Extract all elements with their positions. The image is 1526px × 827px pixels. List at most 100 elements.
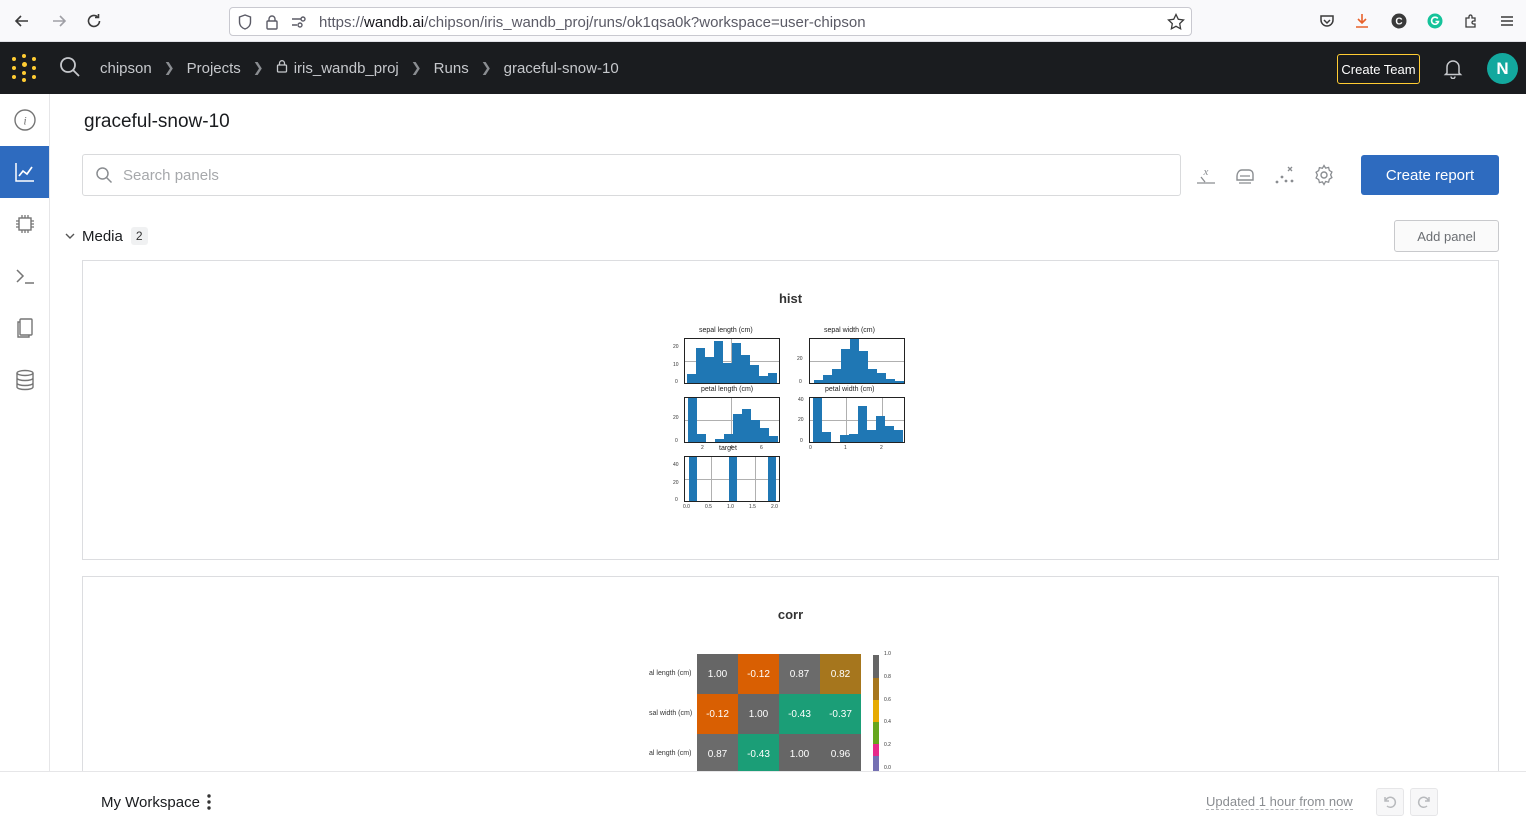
y-tick-label: 40 <box>673 462 679 468</box>
section-count-badge: 2 <box>130 227 148 245</box>
svg-text:x: x <box>1203 166 1209 178</box>
avatar[interactable]: N <box>1487 53 1518 84</box>
heatmap-cell: 0.96 <box>820 734 861 774</box>
breadcrumb-run[interactable]: graceful-snow-10 <box>504 60 619 77</box>
bell-icon[interactable] <box>1442 57 1464 80</box>
extensions-puzzle-icon[interactable] <box>1461 11 1481 31</box>
heatmap-cell: 1.00 <box>738 694 779 734</box>
breadcrumb-project[interactable]: iris_wandb_proj <box>294 60 399 77</box>
create-report-button[interactable]: Create report <box>1361 155 1499 195</box>
y-tick-label: 20 <box>673 480 679 486</box>
y-tick-label: 0 <box>799 379 802 385</box>
svg-text:i: i <box>23 114 26 128</box>
charts-icon[interactable] <box>0 146 49 198</box>
system-chip-icon[interactable] <box>0 198 49 250</box>
url-path: /chipson/iris_wandb_proj/runs/ok1qsa0k?w… <box>424 14 866 31</box>
subplot-title: sepal length (cm) <box>699 327 753 334</box>
y-tick-label: 20 <box>673 344 679 350</box>
heatmap-cell: -0.43 <box>738 734 779 774</box>
y-tick-label: 20 <box>797 356 803 362</box>
url-text[interactable]: https://wandb.ai/chipson/iris_wandb_proj… <box>319 14 866 31</box>
heatmap-cell: 1.00 <box>697 654 738 694</box>
bookmark-star-icon[interactable] <box>1167 13 1185 31</box>
x-tick-label: 1.0 <box>727 504 734 510</box>
app-header: chipson ❯ Projects ❯ iris_wandb_proj ❯ R… <box>0 42 1526 94</box>
outliers-scatter-icon[interactable] <box>1273 163 1297 187</box>
colorbar-segment <box>873 722 879 744</box>
wandb-logo-icon[interactable] <box>11 54 39 82</box>
media-panel-hist[interactable]: hist sepal length (cm) 20 10 0 sepal wid… <box>82 260 1499 560</box>
search-input[interactable] <box>123 163 1163 187</box>
subplot-axes <box>809 397 905 443</box>
chevron-down-icon[interactable] <box>63 229 77 243</box>
left-nav-rail: i <box>0 94 50 771</box>
breadcrumb: chipson ❯ Projects ❯ iris_wandb_proj ❯ R… <box>100 59 619 77</box>
colorbar-tick: 0.4 <box>884 719 891 725</box>
lock-icon <box>276 59 288 77</box>
x-tick-label: 1.5 <box>749 504 756 510</box>
y-tick-label: 10 <box>673 362 679 368</box>
undo-icon[interactable] <box>1376 788 1404 816</box>
add-panel-button[interactable]: Add panel <box>1394 220 1499 252</box>
colorbar-segment <box>873 744 879 756</box>
colorbar-segment <box>873 655 879 678</box>
x-axis-settings-icon[interactable]: x <box>1194 163 1218 187</box>
section-header-media[interactable]: Media 2 <box>63 227 148 245</box>
subplot-title: target <box>719 445 737 452</box>
x-tick-label: 2.0 <box>771 504 778 510</box>
heatmap-cell: -0.43 <box>779 694 820 734</box>
panel-title: hist <box>778 291 803 306</box>
breadcrumb-entity[interactable]: chipson <box>100 60 152 77</box>
browser-toolbar: https://wandb.ai/chipson/iris_wandb_proj… <box>0 0 1526 42</box>
heatmap-cell: 0.82 <box>820 654 861 694</box>
extension-c-icon[interactable]: C <box>1389 11 1409 31</box>
heatmap-cell: -0.12 <box>738 654 779 694</box>
menu-hamburger-icon[interactable] <box>1497 11 1517 31</box>
shield-icon[interactable] <box>236 13 254 31</box>
subplot-title: petal length (cm) <box>701 386 754 393</box>
lock-icon[interactable] <box>263 13 281 31</box>
search-panels-field[interactable] <box>82 154 1181 196</box>
subplot-axes <box>684 338 780 384</box>
redo-icon[interactable] <box>1410 788 1438 816</box>
grammarly-icon[interactable] <box>1425 11 1445 31</box>
media-panel-corr[interactable]: corr al length (cm) sal width (cm) al le… <box>82 576 1499 776</box>
y-tick-label: 20 <box>798 417 804 423</box>
updated-status[interactable]: Updated 1 hour from now <box>1206 794 1353 810</box>
url-bar[interactable]: https://wandb.ai/chipson/iris_wandb_proj… <box>229 7 1192 36</box>
workspace-name[interactable]: My Workspace <box>101 794 200 811</box>
kebab-menu-icon[interactable] <box>204 793 214 811</box>
workspace-footer: My Workspace Updated 1 hour from now <box>0 771 1526 827</box>
artifacts-database-icon[interactable] <box>0 354 49 406</box>
section-title: Media <box>82 227 123 245</box>
pocket-icon[interactable] <box>1317 11 1337 31</box>
back-arrow-icon[interactable] <box>11 10 33 32</box>
svg-text:C: C <box>1395 17 1402 28</box>
search-icon[interactable] <box>59 56 81 78</box>
colorbar-segment <box>873 678 879 700</box>
colorbar-segment <box>873 756 879 771</box>
breadcrumb-projects[interactable]: Projects <box>187 60 241 77</box>
chevron-right-icon: ❯ <box>252 60 264 75</box>
files-icon[interactable] <box>0 302 49 354</box>
search-icon <box>95 166 115 186</box>
reload-icon[interactable] <box>83 10 105 32</box>
download-icon[interactable] <box>1352 11 1372 31</box>
heatmap-row-label: al length (cm) <box>649 670 692 677</box>
logs-terminal-icon[interactable] <box>0 250 49 302</box>
permissions-icon[interactable] <box>290 13 308 31</box>
x-tick-label: 2 <box>701 445 704 451</box>
smoothing-iron-icon[interactable] <box>1233 163 1257 187</box>
y-tick-label: 0 <box>675 497 678 503</box>
settings-gear-icon[interactable] <box>1312 163 1336 187</box>
breadcrumb-runs[interactable]: Runs <box>434 60 469 77</box>
url-prefix: https:// <box>319 14 365 31</box>
subplot-axes <box>684 456 780 502</box>
create-team-button[interactable]: Create Team <box>1337 54 1420 84</box>
x-tick-label: 0.5 <box>705 504 712 510</box>
heatmap-cell: -0.12 <box>697 694 738 734</box>
forward-arrow-icon[interactable] <box>48 10 70 32</box>
subplot-axes <box>809 338 905 384</box>
overview-info-icon[interactable]: i <box>0 94 49 146</box>
heatmap-cell: 0.87 <box>697 734 738 774</box>
